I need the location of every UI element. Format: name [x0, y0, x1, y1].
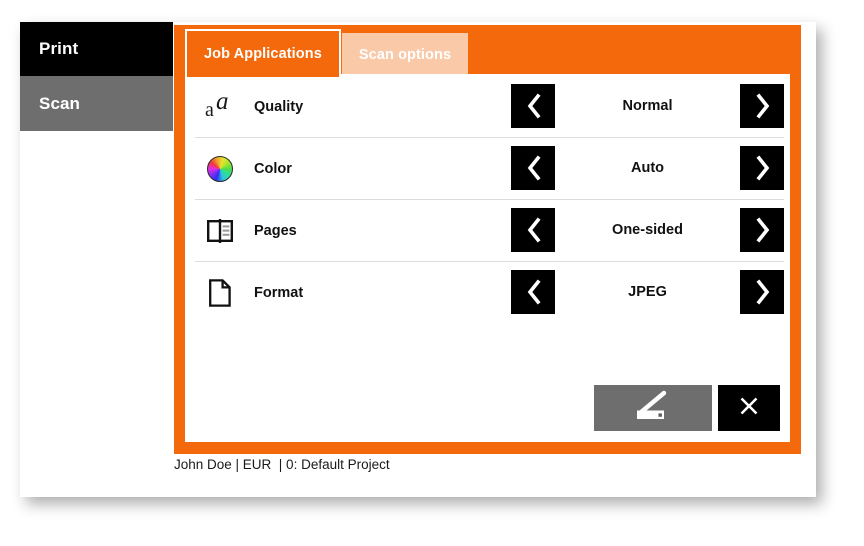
document-format-icon — [199, 278, 241, 307]
option-label-pages: Pages — [254, 222, 297, 239]
format-next-button[interactable] — [740, 270, 784, 314]
chevron-right-icon — [754, 155, 771, 181]
option-row-format: Format JPEG — [195, 262, 784, 323]
option-label-color: Color — [254, 160, 292, 177]
scan-dialog-panel: Job Applications Scan options aa Quality — [174, 25, 801, 454]
format-previous-button[interactable] — [511, 270, 555, 314]
option-spinner-pages: One-sided — [511, 208, 784, 252]
sidebar-item-print[interactable]: Print — [20, 22, 173, 76]
color-wheel-icon — [199, 155, 241, 182]
text-quality-icon: aa — [205, 87, 229, 121]
chevron-left-icon — [525, 155, 542, 181]
status-bar: John Doe | EUR | 0: Default Project — [174, 457, 390, 472]
scan-options-list: aa Quality Normal Color Auto Pages One-s… — [195, 76, 784, 323]
flatbed-scanner-icon — [628, 389, 678, 428]
option-label-format: Format — [254, 284, 304, 301]
dialog-content-sheet: aa Quality Normal Color Auto Pages One-s… — [185, 74, 790, 442]
option-value-pages: One-sided — [612, 222, 683, 238]
chevron-left-icon — [525, 279, 542, 305]
sidebar-navigation: Print Scan — [20, 22, 173, 497]
quality-previous-button[interactable] — [511, 84, 555, 128]
sidebar-item-scan[interactable]: Scan — [20, 76, 173, 131]
pages-previous-button[interactable] — [511, 208, 555, 252]
dialog-tab-strip: Job Applications Scan options — [185, 29, 469, 77]
chevron-right-icon — [754, 279, 771, 305]
option-row-pages: Pages One-sided — [195, 200, 784, 262]
option-value-color: Auto — [630, 160, 664, 176]
option-spinner-quality: Normal — [511, 84, 784, 128]
chevron-left-icon — [525, 93, 542, 119]
chevron-right-icon — [754, 93, 771, 119]
close-dialog-button[interactable] — [718, 385, 780, 431]
option-value-quality: Normal — [622, 98, 673, 114]
option-label-quality: Quality — [254, 98, 304, 115]
tab-job-applications-label: Job Applications — [204, 46, 322, 62]
option-value-format: JPEG — [628, 284, 667, 300]
close-x-icon — [738, 395, 760, 422]
option-row-quality: aa Quality Normal — [195, 76, 784, 138]
tab-scan-options-label: Scan options — [358, 47, 452, 63]
open-book-pages-icon — [199, 218, 241, 244]
tab-scan-options[interactable]: Scan options — [341, 33, 469, 77]
color-next-button[interactable] — [740, 146, 784, 190]
color-previous-button[interactable] — [511, 146, 555, 190]
sidebar-item-print-label: Print — [39, 39, 79, 58]
application-window: Print Scan Job Applications Scan options — [20, 22, 816, 497]
quality-next-button[interactable] — [740, 84, 784, 128]
option-row-color: Color Auto — [195, 138, 784, 200]
sidebar-item-scan-label: Scan — [39, 93, 81, 113]
option-spinner-format: JPEG — [511, 270, 784, 314]
tab-job-applications[interactable]: Job Applications — [185, 29, 341, 77]
pages-next-button[interactable] — [740, 208, 784, 252]
option-spinner-color: Auto — [511, 146, 784, 190]
dialog-action-bar — [195, 385, 780, 431]
chevron-left-icon — [525, 217, 542, 243]
chevron-right-icon — [754, 217, 771, 243]
start-scan-button[interactable] — [594, 385, 712, 431]
